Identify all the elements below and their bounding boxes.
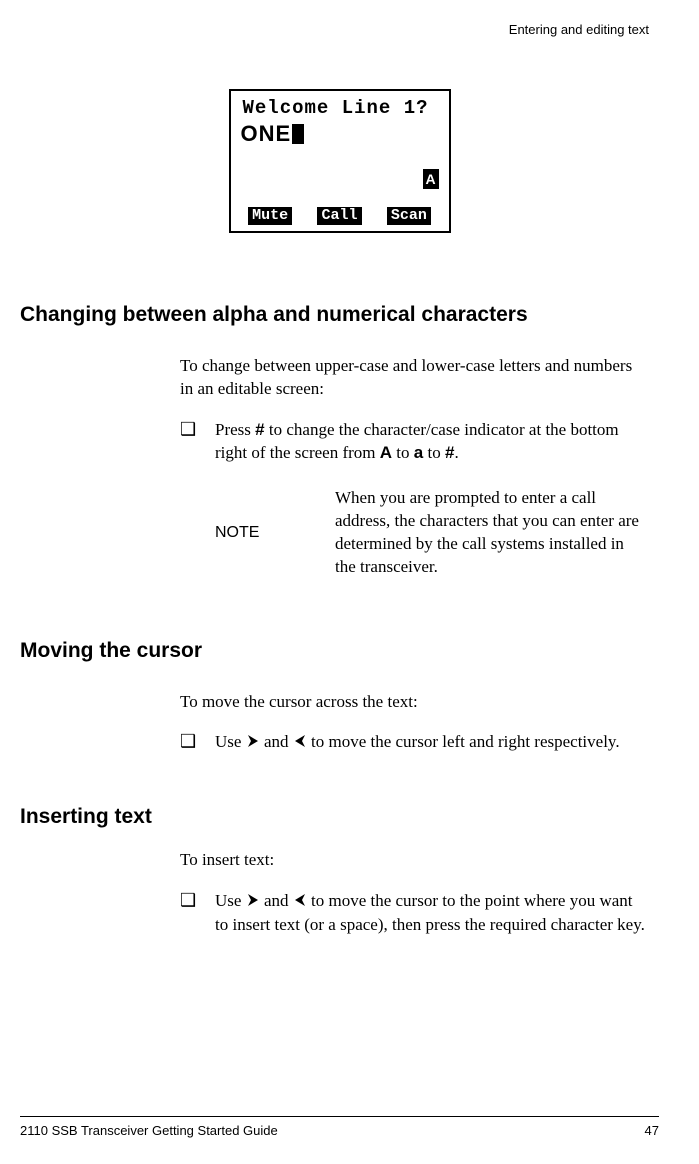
heading-inserting-text: Inserting text <box>20 805 659 829</box>
footer-page-number: 47 <box>645 1123 659 1138</box>
heading-moving-cursor: Moving the cursor <box>20 639 659 663</box>
footer-title: 2110 SSB Transceiver Getting Started Gui… <box>20 1123 278 1138</box>
section3-step: ❑ Use and to move the cursor to the poin… <box>180 890 649 937</box>
bullet-icon: ❑ <box>180 731 215 755</box>
note-label: NOTE <box>215 524 315 542</box>
t: Use <box>215 732 246 751</box>
section2-step: ❑ Use and to move the cursor left and ri… <box>180 731 649 755</box>
note-row: NOTE When you are prompted to enter a ca… <box>215 487 639 579</box>
mode-upper-a: A <box>380 443 392 462</box>
note-body: When you are prompted to enter a call ad… <box>335 487 639 579</box>
lcd-entry-line: ONE <box>241 121 305 147</box>
section3-intro: To insert text: <box>180 849 649 872</box>
bullet-icon: ❑ <box>180 419 215 465</box>
section2-intro: To move the cursor across the text: <box>180 691 649 714</box>
heading-changing-characters: Changing between alpha and numerical cha… <box>20 303 659 327</box>
page: Entering and editing text Welcome Line 1… <box>0 0 699 1164</box>
arrow-right-icon <box>246 732 260 755</box>
t: Use <box>215 891 246 910</box>
cursor-block-icon <box>292 124 304 144</box>
arrow-left-icon <box>293 891 307 914</box>
lcd-entry-text: ONE <box>241 121 292 147</box>
hash-key: # <box>255 420 264 439</box>
page-footer: 2110 SSB Transceiver Getting Started Gui… <box>20 1116 659 1138</box>
running-head: Entering and editing text <box>20 22 649 37</box>
lcd-title: Welcome Line 1? <box>243 97 429 119</box>
section1-step: ❑ Press # to change the character/case i… <box>180 419 649 465</box>
arrow-left-icon <box>293 732 307 755</box>
t: Press <box>215 420 255 439</box>
softkey-call: Call <box>317 207 361 225</box>
lcd-figure: Welcome Line 1? ONE A Mute Call Scan <box>229 89 451 233</box>
lcd-softkey-row: Mute Call Scan <box>231 207 449 225</box>
lcd-mode-indicator: A <box>423 169 439 189</box>
t: and <box>260 891 293 910</box>
softkey-scan: Scan <box>387 207 431 225</box>
section2-step-text: Use and to move the cursor left and righ… <box>215 731 649 755</box>
t: to move the cursor left and right respec… <box>307 732 620 751</box>
t: . <box>454 443 458 462</box>
t: and <box>260 732 293 751</box>
arrow-right-icon <box>246 891 260 914</box>
bullet-icon: ❑ <box>180 890 215 937</box>
section3-step-text: Use and to move the cursor to the point … <box>215 890 649 937</box>
lcd-screen: Welcome Line 1? ONE A Mute Call Scan <box>229 89 451 233</box>
mode-lower-a: a <box>414 443 423 462</box>
t: to <box>392 443 414 462</box>
section1-intro: To change between upper-case and lower-c… <box>180 355 649 401</box>
section1-step-text: Press # to change the character/case ind… <box>215 419 649 465</box>
t: to <box>423 443 445 462</box>
softkey-mute: Mute <box>248 207 292 225</box>
